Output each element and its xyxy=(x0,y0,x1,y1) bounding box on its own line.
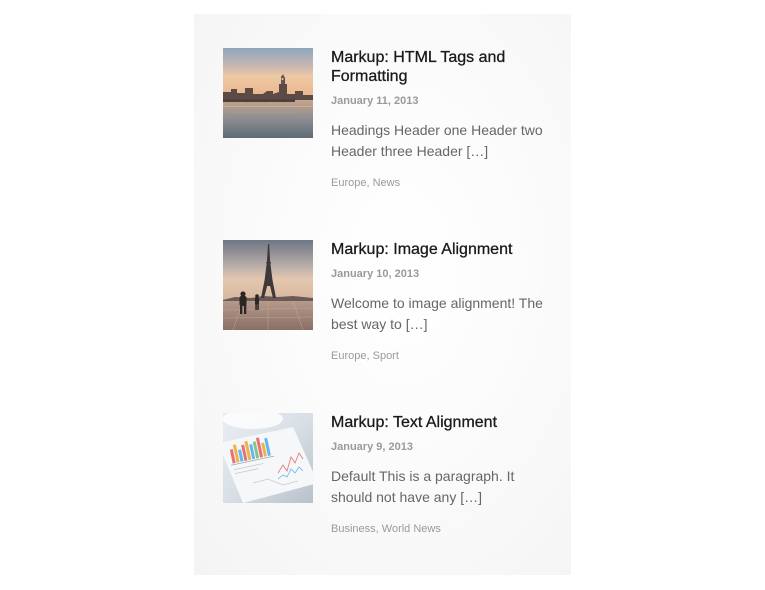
post-body: Markup: HTML Tags and Formatting January… xyxy=(331,48,553,190)
post-title[interactable]: Markup: Text Alignment xyxy=(331,413,553,432)
post-date: January 10, 2013 xyxy=(331,268,420,280)
post-title[interactable]: Markup: HTML Tags and Formatting xyxy=(331,48,553,86)
post-title[interactable]: Markup: Image Alignment xyxy=(331,240,553,259)
recent-posts-panel: Markup: HTML Tags and Formatting January… xyxy=(194,14,571,575)
post-body: Markup: Text Alignment January 9, 2013 D… xyxy=(331,413,553,536)
eiffel-tower-image xyxy=(223,240,313,330)
category-link-world-news[interactable]: World News xyxy=(382,523,441,535)
london-image xyxy=(223,48,313,138)
post-excerpt: Default This is a paragraph. It should n… xyxy=(331,468,515,505)
post-thumbnail-london[interactable] xyxy=(223,48,313,138)
category-link-news[interactable]: News xyxy=(373,177,401,189)
post-excerpt: Welcome to image alignment! The best way… xyxy=(331,295,543,332)
post-categories: Europe, News xyxy=(331,176,553,190)
post-date: January 9, 2013 xyxy=(331,441,413,453)
post-categories: Business, World News xyxy=(331,522,553,536)
post-body: Markup: Image Alignment January 10, 2013… xyxy=(331,240,553,363)
post-categories: Europe, Sport xyxy=(331,349,553,363)
post-thumbnail-paris[interactable] xyxy=(223,240,313,330)
post-excerpt: Headings Header one Header two Header th… xyxy=(331,122,543,159)
post-thumbnail-charts[interactable] xyxy=(223,413,313,503)
category-link-europe[interactable]: Europe xyxy=(331,177,366,189)
category-link-sport[interactable]: Sport xyxy=(373,350,399,362)
post-date: January 11, 2013 xyxy=(331,95,419,107)
charts-paper-image xyxy=(223,413,313,503)
category-link-europe[interactable]: Europe xyxy=(331,350,366,362)
category-link-business[interactable]: Business xyxy=(331,523,376,535)
